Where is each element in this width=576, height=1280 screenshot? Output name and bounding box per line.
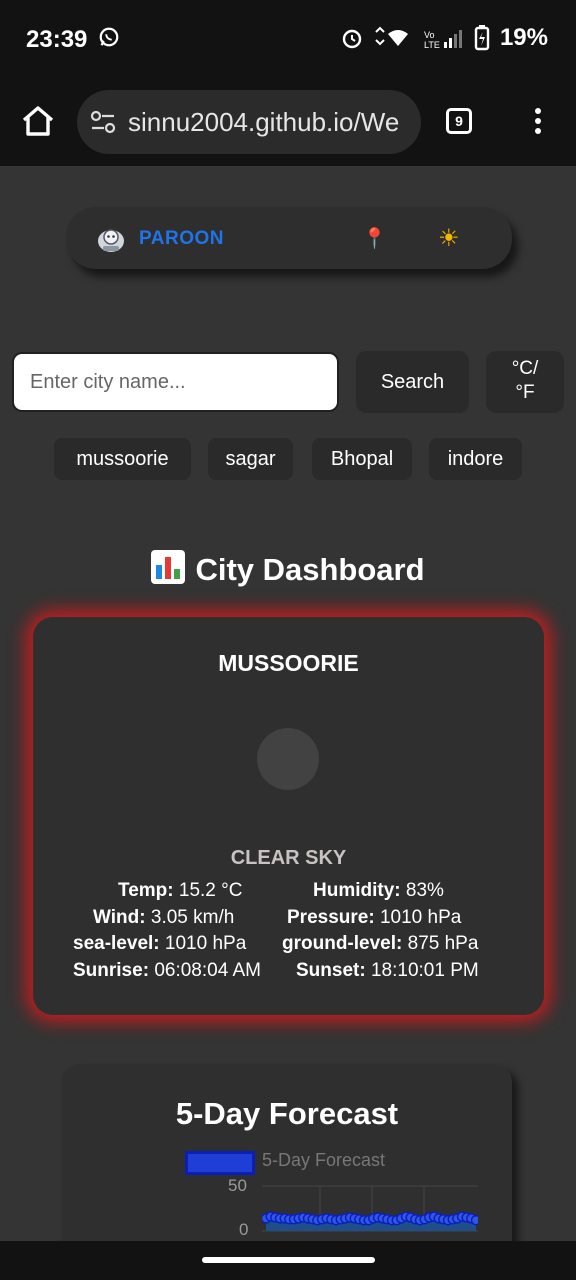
recent-city-chip[interactable]: indore [429, 438, 522, 480]
forecast-title: 5-Day Forecast [175, 1096, 399, 1131]
tab-switcher-button[interactable]: 9 [446, 108, 472, 134]
ground-level-value: 875 hPa [407, 933, 479, 954]
sunrise-detail: Sunrise: 06:08:04 AM [73, 960, 261, 982]
weather-icon-placeholder [257, 728, 319, 790]
wifi-icon [375, 26, 408, 46]
svg-text:LTE: LTE [424, 40, 440, 50]
whatsapp-icon [99, 27, 119, 47]
location-pin-icon[interactable]: 📍 [362, 226, 387, 251]
sunset-label: Sunset: [296, 960, 366, 981]
chart-legend-label[interactable]: 5-Day Forecast [262, 1150, 385, 1171]
home-indicator[interactable] [202, 1257, 375, 1263]
sea-level-detail: sea-level: 1010 hPa [73, 933, 246, 955]
dashboard-title: City Dashboard [195, 552, 425, 587]
sunset-value: 18:10:01 PM [370, 960, 479, 981]
recent-city-chip[interactable]: sagar [208, 438, 293, 480]
sea-level-label: sea-level: [73, 933, 160, 954]
alarm-icon [342, 29, 362, 49]
sunrise-label: Sunrise: [73, 960, 150, 981]
status-time: 23:39 [26, 26, 88, 53]
brand-name[interactable]: PAROON [139, 228, 224, 250]
wind-detail: Wind: 3.05 km/h [93, 907, 234, 929]
battery-level: 19% [499, 24, 548, 51]
sea-level-value: 1010 hPa [164, 933, 247, 954]
forecast-data-point[interactable] [470, 1214, 479, 1226]
site-settings-icon[interactable] [90, 110, 116, 134]
more-options-icon[interactable] [526, 106, 550, 138]
ground-level-label: ground-level: [282, 933, 403, 954]
chart-legend-swatch[interactable] [185, 1151, 255, 1175]
recent-city-chip[interactable]: Bhopal [312, 438, 412, 480]
theme-toggle-sun-icon[interactable]: ☀ [438, 224, 460, 253]
sunset-detail: Sunset: 18:10:01 PM [296, 960, 479, 982]
sunrise-value: 06:08:04 AM [154, 960, 262, 981]
battery-icon [474, 25, 490, 51]
status-icons: Vo LTE 19% [340, 24, 548, 52]
wind-label: Wind: [93, 907, 146, 928]
logo-icon [98, 229, 124, 252]
city-name: MUSSOORIE [218, 650, 359, 676]
recent-city-chip[interactable]: mussoorie [54, 438, 191, 480]
weather-condition: CLEAR SKY [230, 847, 347, 869]
humidity-label: Humidity: [313, 880, 401, 901]
y-tick-label: 50 [228, 1176, 247, 1195]
pressure-detail: Pressure: 1010 hPa [287, 907, 461, 929]
svg-text:Vo: Vo [424, 30, 435, 40]
temp-label: Temp: [118, 880, 174, 901]
pressure-value: 1010 hPa [379, 907, 462, 928]
pressure-label: Pressure: [287, 907, 375, 928]
wind-value: 3.05 km/h [150, 907, 235, 928]
unit-toggle-line1: °C/ [511, 358, 539, 379]
temp-detail: Temp: 15.2 °C [118, 880, 242, 902]
url-text[interactable]: sinnu2004.github.io/We [128, 107, 420, 138]
city-search-input[interactable] [12, 352, 339, 412]
ground-level-detail: ground-level: 875 hPa [282, 933, 478, 955]
dashboard-heading: City Dashboard [0, 550, 576, 588]
humidity-value: 83% [405, 880, 444, 901]
y-tick-label: 0 [239, 1220, 249, 1239]
temp-value: 15.2 °C [178, 880, 243, 901]
bar-chart-icon [151, 550, 186, 584]
search-button[interactable]: Search [356, 351, 469, 413]
signal-icon: VoLTE [424, 30, 462, 50]
unit-toggle-button[interactable]: °C/ °F [486, 351, 564, 413]
home-icon[interactable] [20, 103, 56, 139]
unit-toggle-line2: °F [515, 382, 535, 403]
humidity-detail: Humidity: 83% [313, 880, 444, 902]
forecast-chart [262, 1185, 479, 1232]
